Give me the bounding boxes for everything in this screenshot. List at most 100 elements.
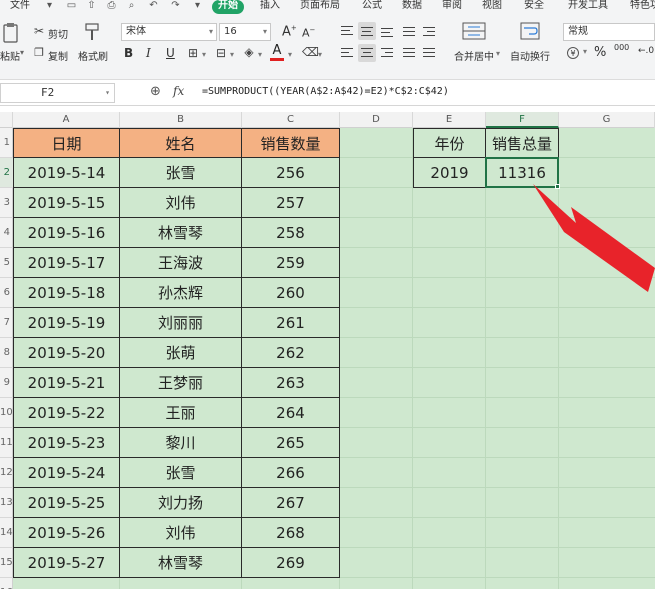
formula-input[interactable]: =SUMPRODUCT((YEAR(A$2:A$42)=E2)*C$2:C$42… [202, 86, 449, 97]
currency-button[interactable]: ¥ [567, 46, 579, 59]
scissors-icon[interactable]: ✂ [32, 24, 46, 38]
table-cell[interactable]: 刘伟 [120, 518, 242, 548]
table-cell[interactable]: 刘力扬 [120, 488, 242, 518]
table-cell[interactable]: 2019-5-14 [13, 158, 120, 188]
format-painter-icon[interactable] [84, 22, 100, 42]
align-middle-button[interactable] [358, 22, 376, 40]
column-header-e[interactable]: E [413, 112, 486, 128]
bold-button[interactable]: B [124, 46, 133, 60]
row-header-6[interactable]: 6 [0, 278, 13, 308]
merge-center-button[interactable]: 合并居中 [454, 48, 494, 63]
tab-features[interactable]: 特色功 [630, 0, 655, 14]
table-header-cell[interactable]: 日期 [13, 128, 120, 158]
column-header-b[interactable]: B [120, 112, 242, 128]
table-cell[interactable]: 林雪琴 [120, 548, 242, 578]
table-cell[interactable]: 256 [242, 158, 340, 188]
chevron-down-icon[interactable]: ▾ [286, 48, 294, 62]
merge-icon[interactable]: ⊟ [214, 46, 228, 60]
table-cell[interactable]: 2019-5-15 [13, 188, 120, 218]
decimal-button[interactable]: ←.0 [638, 46, 654, 56]
table-cell[interactable]: 268 [242, 518, 340, 548]
cut-button[interactable]: 剪切 [48, 26, 68, 41]
table-cell[interactable]: 刘丽丽 [120, 308, 242, 338]
table-cell[interactable]: 张萌 [120, 338, 242, 368]
row-header-14[interactable]: 14 [0, 518, 13, 548]
tab-page-layout[interactable]: 页面布局 [300, 0, 340, 14]
table-cell[interactable]: 2019-5-21 [13, 368, 120, 398]
summary-total-cell[interactable]: 11316 [486, 158, 559, 188]
summary-total-header[interactable]: 销售总量 [486, 128, 559, 158]
row-header-2[interactable]: 2 [0, 158, 13, 188]
tab-home[interactable]: 开始 [212, 0, 244, 14]
copy-button[interactable]: 复制 [48, 48, 68, 63]
indent-button[interactable] [420, 22, 438, 40]
row-header-5[interactable]: 5 [0, 248, 13, 278]
undo-icon[interactable]: ↶ [148, 1, 159, 11]
column-header-f[interactable]: F [486, 112, 559, 128]
dropdown-icon[interactable]: ▾ [44, 1, 55, 11]
font-shrink-button[interactable]: A− [302, 26, 315, 40]
font-grow-button[interactable]: A+ [282, 24, 297, 39]
table-cell[interactable]: 257 [242, 188, 340, 218]
name-box[interactable]: F2 ▾ [0, 83, 115, 103]
border-icon[interactable]: ⊞ [186, 46, 200, 60]
table-cell[interactable]: 2019-5-22 [13, 398, 120, 428]
chevron-down-icon[interactable]: ▾ [228, 48, 236, 62]
tab-view[interactable]: 视图 [482, 0, 502, 14]
distributed-button[interactable] [420, 44, 438, 62]
print-icon[interactable]: ⎙ [106, 1, 117, 11]
align-left-button[interactable] [338, 44, 356, 62]
table-cell[interactable]: 2019-5-20 [13, 338, 120, 368]
row-header-1[interactable]: 1 [0, 128, 13, 158]
table-cell[interactable]: 264 [242, 398, 340, 428]
table-cell[interactable]: 2019-5-27 [13, 548, 120, 578]
save-icon[interactable]: ▭ [66, 1, 77, 11]
column-header-c[interactable]: C [242, 112, 340, 128]
file-menu[interactable]: 文件 [10, 0, 30, 14]
table-cell[interactable]: 2019-5-24 [13, 458, 120, 488]
select-all-corner[interactable] [0, 112, 13, 128]
table-cell[interactable]: 266 [242, 458, 340, 488]
chevron-down-icon[interactable]: ▾ [583, 47, 587, 56]
fx-button[interactable]: fx [173, 84, 184, 98]
table-cell[interactable]: 2019-5-25 [13, 488, 120, 518]
table-cell[interactable]: 261 [242, 308, 340, 338]
table-cell[interactable]: 2019-5-19 [13, 308, 120, 338]
align-right-button[interactable] [378, 44, 396, 62]
table-cell[interactable]: 260 [242, 278, 340, 308]
table-cell[interactable]: 2019-5-26 [13, 518, 120, 548]
format-painter-button[interactable]: 格式刷 [78, 48, 108, 63]
font-size-select[interactable]: 16 ▾ [219, 23, 271, 41]
column-header-d[interactable]: D [340, 112, 413, 128]
row-header-16[interactable]: 16 [0, 578, 13, 589]
fill-handle[interactable] [555, 184, 560, 189]
row-header-13[interactable]: 13 [0, 488, 13, 518]
spreadsheet-grid[interactable]: 日期 姓名 销售数量 2019-5-14 张雪 256 2019-5-15 刘伟 257 2019… [13, 128, 655, 589]
row-header-8[interactable]: 8 [0, 338, 13, 368]
chevron-down-icon[interactable]: ▾ [316, 48, 324, 62]
justify-button[interactable] [400, 44, 418, 62]
tab-review[interactable]: 审阅 [442, 0, 462, 14]
table-cell[interactable]: 刘伟 [120, 188, 242, 218]
table-cell[interactable]: 张雪 [120, 158, 242, 188]
row-header-3[interactable]: 3 [0, 188, 13, 218]
table-cell[interactable]: 269 [242, 548, 340, 578]
font-name-select[interactable]: 宋体 ▾ [121, 23, 217, 41]
redo-icon[interactable]: ↷ [170, 1, 181, 11]
table-cell[interactable]: 263 [242, 368, 340, 398]
preview-icon[interactable]: ⌕ [126, 1, 137, 11]
table-header-cell[interactable]: 姓名 [120, 128, 242, 158]
table-cell[interactable]: 张雪 [120, 458, 242, 488]
table-cell[interactable]: 2019-5-18 [13, 278, 120, 308]
table-cell[interactable]: 259 [242, 248, 340, 278]
summary-year-cell[interactable]: 2019 [413, 158, 486, 188]
font-color-icon[interactable]: A [270, 44, 284, 61]
row-header-11[interactable]: 11 [0, 428, 13, 458]
tab-data[interactable]: 数据 [402, 0, 422, 14]
paste-button[interactable]: 粘贴 [0, 48, 20, 63]
merge-center-icon[interactable] [462, 22, 486, 40]
align-center-button[interactable] [358, 44, 376, 62]
wrap-text-icon[interactable] [520, 22, 540, 40]
row-header-9[interactable]: 9 [0, 368, 13, 398]
italic-button[interactable]: I [146, 46, 151, 60]
